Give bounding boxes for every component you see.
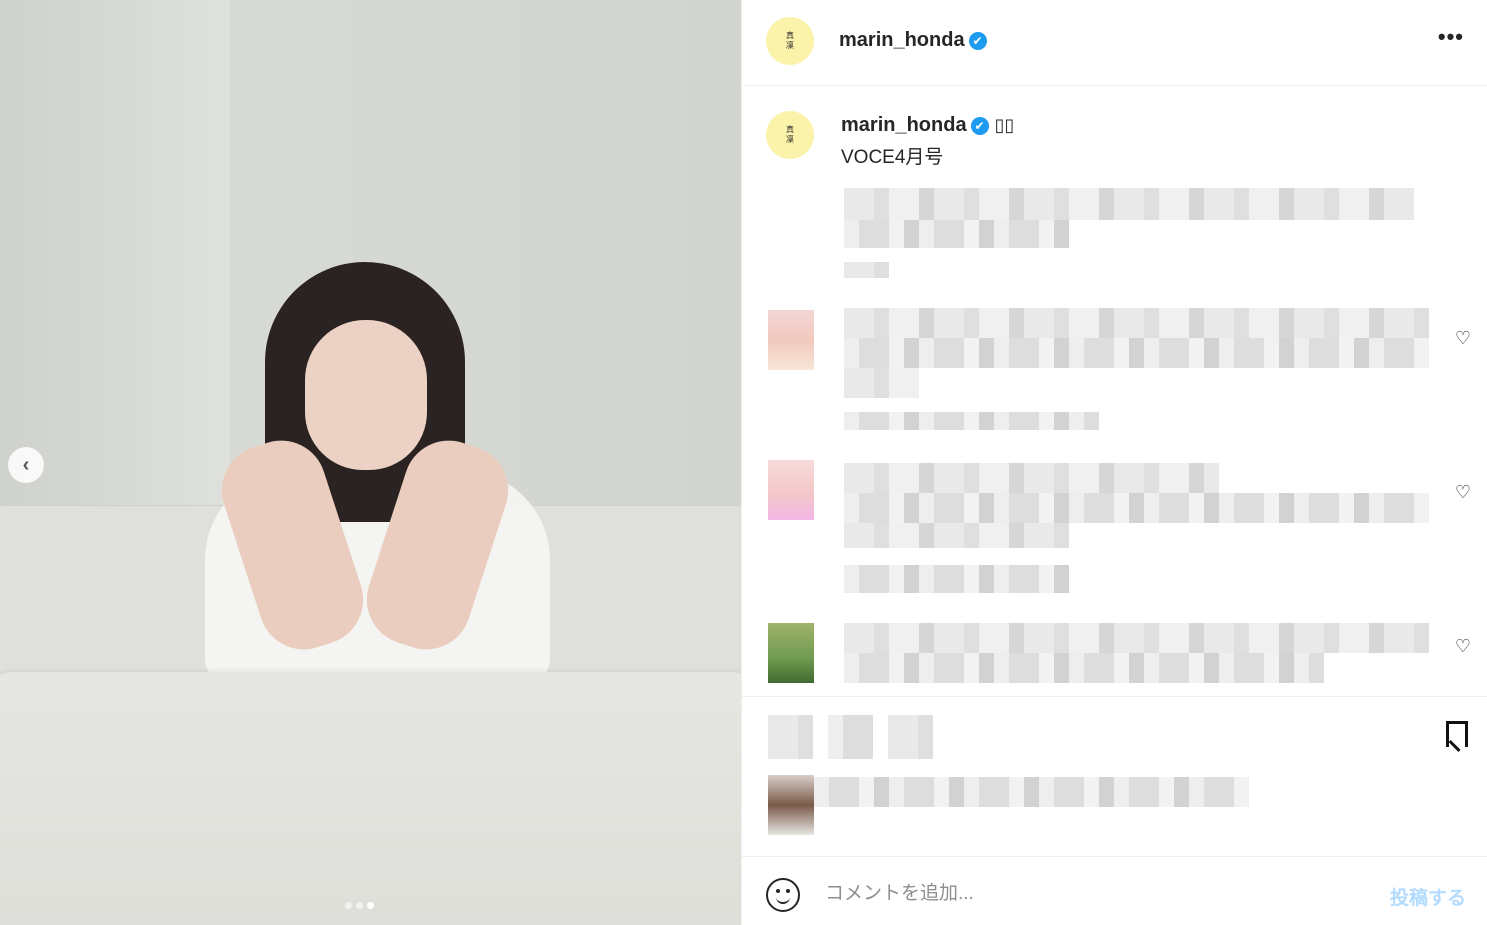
carousel-dot bbox=[356, 902, 363, 909]
chevron-left-icon: ‹ bbox=[22, 453, 30, 476]
caption-text: VOCE4月号 bbox=[841, 147, 944, 168]
bookmark-icon[interactable] bbox=[1446, 721, 1468, 747]
caption-username[interactable]: marin_honda bbox=[841, 114, 967, 136]
blurred-like-button[interactable] bbox=[768, 715, 813, 759]
caption-avatar[interactable]: 真 凜 bbox=[766, 111, 814, 159]
post-comment-button[interactable]: 投稿する bbox=[1390, 883, 1466, 910]
blurred-comment-avatar[interactable] bbox=[768, 310, 814, 370]
username-text: marin_honda bbox=[839, 29, 965, 51]
caption-header: marin_honda ✔ ▯▯ bbox=[841, 114, 1014, 137]
blurred-comment-meta bbox=[844, 412, 1099, 430]
caption-emoji: ▯▯ bbox=[994, 115, 1015, 135]
carousel-dot-active bbox=[367, 902, 374, 909]
blurred-comment-text bbox=[844, 308, 1429, 338]
blurred-comment-text bbox=[844, 523, 1069, 548]
post-username[interactable]: marin_honda ✔ bbox=[839, 29, 987, 52]
post-header: 真 凜 marin_honda ✔ ••• bbox=[742, 0, 1487, 86]
avatar-glyph: 真 凜 bbox=[786, 31, 794, 50]
carousel-prev-button[interactable]: ‹ bbox=[8, 447, 44, 483]
photo-person-face bbox=[305, 320, 427, 470]
blurred-comment-meta bbox=[844, 565, 1069, 593]
verified-badge-icon: ✔ bbox=[970, 117, 989, 135]
carousel-dot bbox=[345, 902, 352, 909]
carousel-indicator bbox=[345, 902, 374, 909]
blurred-comment-text bbox=[844, 493, 1429, 523]
heart-icon[interactable]: ♡ bbox=[1455, 482, 1471, 503]
blurred-liker-avatar[interactable] bbox=[768, 775, 814, 835]
blurred-comment-text bbox=[844, 368, 919, 398]
add-comment-bar: 投稿する bbox=[742, 856, 1487, 925]
blurred-caption-line bbox=[844, 188, 1414, 220]
blurred-comment-avatar[interactable] bbox=[768, 460, 814, 520]
blurred-share-button[interactable] bbox=[888, 715, 933, 759]
blurred-comment-text bbox=[844, 653, 1324, 683]
blurred-caption-meta bbox=[844, 262, 889, 278]
emoji-smile-icon[interactable] bbox=[766, 878, 800, 912]
post-media[interactable]: ‹ bbox=[0, 0, 741, 925]
blurred-comment-text bbox=[844, 338, 1429, 368]
heart-icon[interactable]: ♡ bbox=[1455, 636, 1471, 657]
post-actions bbox=[742, 696, 1487, 856]
avatar[interactable]: 真 凜 bbox=[766, 17, 814, 65]
comment-input[interactable] bbox=[825, 879, 1365, 909]
post-side-panel: 真 凜 marin_honda ✔ ••• 真 凜 marin_honda ✔ ▯▯ … bbox=[741, 0, 1487, 925]
photo-table bbox=[0, 672, 741, 925]
blurred-likes-text bbox=[814, 777, 1249, 807]
blurred-caption-line bbox=[844, 220, 1069, 248]
blurred-comment-button[interactable] bbox=[828, 715, 873, 759]
more-options-icon[interactable]: ••• bbox=[1438, 24, 1464, 50]
heart-icon[interactable]: ♡ bbox=[1455, 328, 1471, 349]
blurred-comment-avatar[interactable] bbox=[768, 623, 814, 683]
blurred-comment-text bbox=[844, 463, 1219, 493]
verified-badge-icon: ✔ bbox=[968, 32, 987, 50]
avatar-glyph: 真 凜 bbox=[786, 125, 794, 144]
blurred-comment-text bbox=[844, 623, 1429, 653]
